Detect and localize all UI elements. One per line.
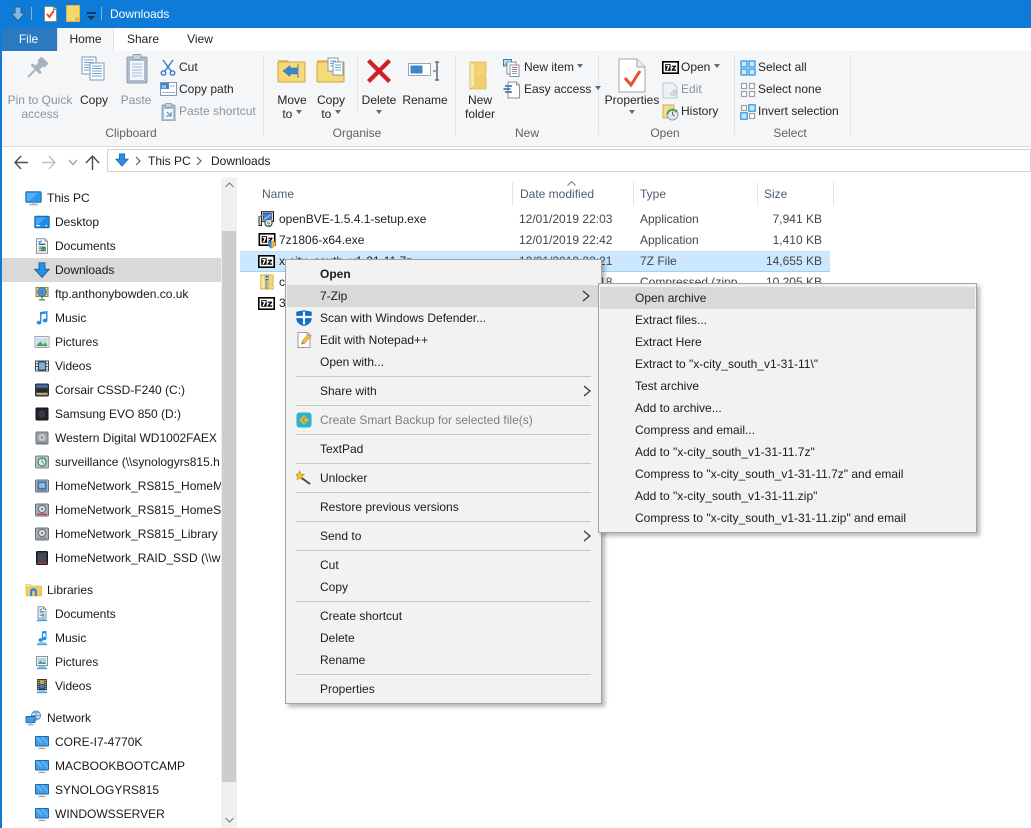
- svg-text:w: w: [161, 85, 167, 91]
